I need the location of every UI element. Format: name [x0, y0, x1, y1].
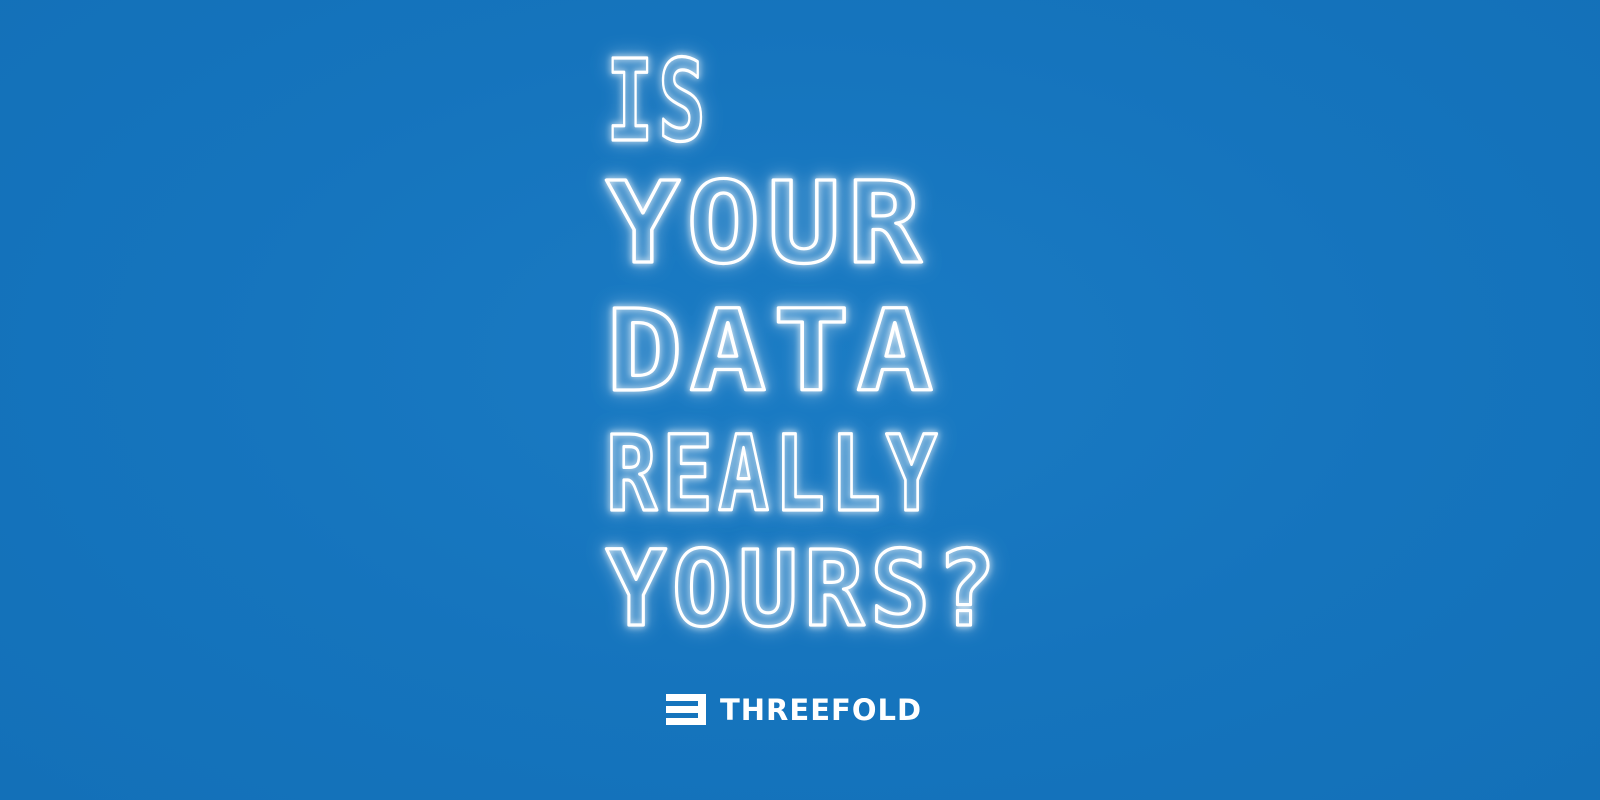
headline-line-3: DATA: [606, 287, 940, 417]
headline-line-1: IS: [606, 37, 710, 167]
banner-background: IS YOUR DATA REALLY YOURS? THREEFOLD: [0, 0, 1600, 800]
neon-headline: IS YOUR DATA REALLY YOURS?: [600, 35, 1040, 651]
brand-name: THREEFOLD: [720, 693, 923, 727]
threefold-logo-icon: [666, 694, 706, 725]
headline-line-2: YOUR: [606, 159, 928, 289]
brand-logo: THREEFOLD: [664, 690, 922, 730]
headline-line-4: REALLY: [606, 413, 942, 535]
neon-headline-svg: IS YOUR DATA REALLY YOURS?: [604, 35, 1002, 651]
headline-line-5: YOURS?: [606, 528, 1002, 650]
